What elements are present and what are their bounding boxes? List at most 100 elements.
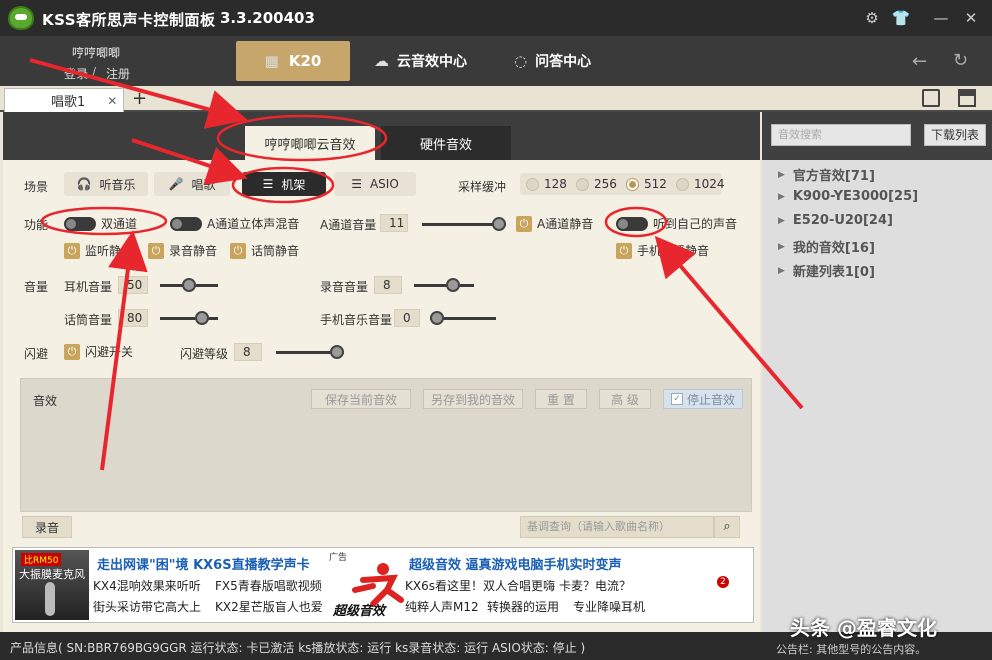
a-mute-label: A通道静音	[537, 217, 594, 231]
buffer-128-radio[interactable]: 128	[526, 177, 567, 191]
search-icon[interactable]: ⌕	[714, 516, 740, 538]
phone-live-mute-power-icon: ⏻	[616, 242, 632, 259]
phone-live-mute-label: 手机直播静音	[637, 244, 710, 258]
nav-tab-qa-label: 问答中心	[535, 54, 592, 70]
scene-rack-button[interactable]: ☰ 机架	[242, 172, 326, 196]
tab-close-icon[interactable]: ✕	[107, 94, 117, 108]
radio-128	[526, 177, 539, 191]
record-volume-slider[interactable]	[414, 284, 474, 287]
save-disk-icon[interactable]	[958, 89, 976, 107]
phone-live-mute-toggle[interactable]: ⏻ 手机直播静音	[616, 242, 709, 259]
ad-link-kx2[interactable]: KX2星芒版盲人也爱	[215, 598, 323, 615]
download-list-button[interactable]: 下载列表	[924, 124, 986, 146]
headphone-volume-slider-knob[interactable]	[182, 278, 196, 292]
phone-music-volume-label: 手机音乐音量	[320, 313, 393, 327]
dodge-switch-label: 闪避开关	[85, 345, 134, 359]
skin-shirt-icon[interactable]: 👕	[890, 7, 912, 29]
nav-tab-cloud[interactable]: ☁ 云音效中心	[374, 41, 467, 81]
nav-tab-cloud-label: 云音效中心	[397, 54, 467, 70]
subtab-hardware-effects[interactable]: 硬件音效	[381, 126, 511, 160]
dodge-power-icon: ⏻	[64, 343, 80, 360]
save-to-my-effects-button[interactable]: 另存到我的音效	[423, 389, 523, 409]
stop-effect-button[interactable]: ✓ 停止音效	[663, 389, 743, 409]
sample-buffer-label: 采样缓冲	[458, 180, 507, 194]
headphones-icon: 🎧	[76, 177, 92, 191]
ad-link-headphones[interactable]: 专业降噪耳机	[573, 598, 645, 615]
record-mute-toggle[interactable]: ⏻ 录音静音	[148, 242, 217, 259]
a-stereo-mix-switch	[170, 216, 202, 231]
ad-page-badge[interactable]: 2	[717, 576, 729, 588]
product-status-text: 产品信息( SN:BBR769BG9GGR 运行状态: 卡已激活 ks播放状态:…	[10, 641, 586, 655]
ad-link-kx6s[interactable]: KX6s看这里！双人合唱更嗨	[405, 577, 555, 594]
login-link[interactable]: 登录	[64, 65, 88, 82]
buffer-256-radio[interactable]: 256	[576, 177, 617, 191]
tree-item-official[interactable]: ▶ 官方音效[71]	[778, 165, 875, 184]
a-volume-slider-knob[interactable]	[492, 217, 506, 231]
scene-sing-button[interactable]: 🎤 唱歌	[154, 172, 230, 196]
scene-music-button[interactable]: 🎧 听音乐	[64, 172, 148, 196]
add-tab-icon[interactable]: +	[132, 88, 147, 109]
dodge-level-value[interactable]: 8	[234, 343, 262, 361]
tree-item-my-effects[interactable]: ▶ 我的音效[16]	[778, 237, 875, 256]
mic-volume-slider[interactable]	[160, 317, 218, 320]
buffer-1024-radio[interactable]: 1024	[676, 177, 725, 191]
dodge-level-slider-knob[interactable]	[330, 345, 344, 359]
headphone-volume-value[interactable]: 50	[118, 276, 148, 294]
scene-asio-button[interactable]: ☰ ASIO	[334, 172, 416, 196]
document-tab-bar: 唱歌1 ✕ +	[0, 86, 992, 112]
close-icon[interactable]: ✕	[960, 7, 982, 29]
chat-bubble-icon: ◌	[514, 52, 528, 70]
ad-link-mic-noise[interactable]: 卡麦？电流？	[559, 577, 631, 594]
scene-music-label: 听音乐	[99, 177, 136, 192]
dodge-switch-toggle[interactable]: ⏻ 闪避开关	[64, 343, 133, 360]
ad-link-street[interactable]: 街头采访带它高大上	[93, 598, 201, 615]
doc-tab-singing[interactable]: 唱歌1 ✕	[4, 88, 124, 112]
scene-rack-label: 机架	[281, 177, 306, 192]
nav-tab-k20[interactable]: ▦ K20	[236, 41, 350, 81]
mic-volume-value[interactable]: 80	[118, 309, 148, 327]
buffer-512-radio[interactable]: 512	[626, 177, 667, 191]
advanced-button[interactable]: 高 级	[599, 389, 651, 409]
a-stereo-mix-toggle[interactable]: A通道立体声混音	[170, 215, 299, 232]
a-mute-toggle[interactable]: ⏻ A通道静音	[516, 215, 593, 232]
ad-link-converter[interactable]: 转换器的运用	[487, 598, 559, 615]
save-current-effect-button[interactable]: 保存当前音效	[311, 389, 411, 409]
ad-link-kx4[interactable]: KX4混响效果来听听	[93, 577, 201, 594]
tree-expand-icon: ▶	[778, 215, 785, 226]
ad-link-fx5[interactable]: FX5青春版唱歌视频	[215, 577, 322, 594]
dodge-label: 闪避	[24, 347, 49, 361]
subtab-cloud-effects[interactable]: 哼哼唧唧云音效	[245, 126, 375, 160]
tree-item-k900[interactable]: ▶ K900-YE3000[25]	[778, 189, 918, 204]
ad-link-m12[interactable]: 纯粹人声M12	[405, 598, 479, 615]
reset-button[interactable]: 重 置	[535, 389, 587, 409]
minimize-icon[interactable]: —	[930, 7, 952, 29]
record-button[interactable]: 录音	[22, 516, 72, 538]
tree-item-e520[interactable]: ▶ E520-U20[24]	[778, 213, 893, 228]
microphone-icon: 🎤	[168, 177, 184, 191]
stop-effect-label: 停止音效	[686, 392, 735, 407]
phone-music-volume-slider-knob[interactable]	[430, 311, 444, 325]
back-arrow-icon[interactable]: ←	[912, 51, 927, 72]
nav-bar: 哼哼唧唧 登录 / 注册 ▦ K20 ☁ 云音效中心 ◌ 问答中心 ← ↻	[0, 36, 992, 86]
dual-channel-toggle[interactable]: 双通道	[64, 215, 137, 232]
export-icon[interactable]	[922, 89, 940, 107]
mic-mute-toggle[interactable]: ⏻ 话筒静音	[230, 242, 299, 259]
register-link[interactable]: 注册	[106, 65, 130, 82]
tree-item-new-list[interactable]: ▶ 新建列表1[0]	[778, 261, 875, 280]
hear-self-toggle[interactable]: 听到自己的声音	[616, 215, 737, 232]
nav-tab-qa[interactable]: ◌ 问答中心	[514, 41, 591, 81]
ad-headline-2[interactable]: 超级音效 逼真游戏电脑手机实时变声	[409, 554, 622, 573]
a-volume-value[interactable]: 11	[380, 214, 408, 232]
record-volume-value[interactable]: 8	[374, 276, 402, 294]
settings-gear-icon[interactable]: ⚙	[861, 7, 883, 29]
ad-mic-image[interactable]: 比RM50 大振膜麦克风	[15, 550, 89, 620]
ad-banner[interactable]: 比RM50 大振膜麦克风 走出网课"困"境 KX6S直播教学声卡 广告 超级音效…	[12, 547, 754, 623]
phone-music-volume-value[interactable]: 0	[394, 309, 420, 327]
monitor-mute-toggle[interactable]: ⏻ 监听静音	[64, 242, 133, 259]
ad-headline-1[interactable]: 走出网课"困"境 KX6S直播教学声卡	[97, 554, 310, 573]
song-key-search-input[interactable]: 基调查询（请输入歌曲名称）	[520, 516, 714, 538]
refresh-icon[interactable]: ↻	[953, 50, 968, 71]
a-mute-power-icon: ⏻	[516, 215, 532, 232]
effect-search-input[interactable]: 音效搜索	[771, 124, 911, 146]
buffer-512-label: 512	[644, 177, 667, 191]
